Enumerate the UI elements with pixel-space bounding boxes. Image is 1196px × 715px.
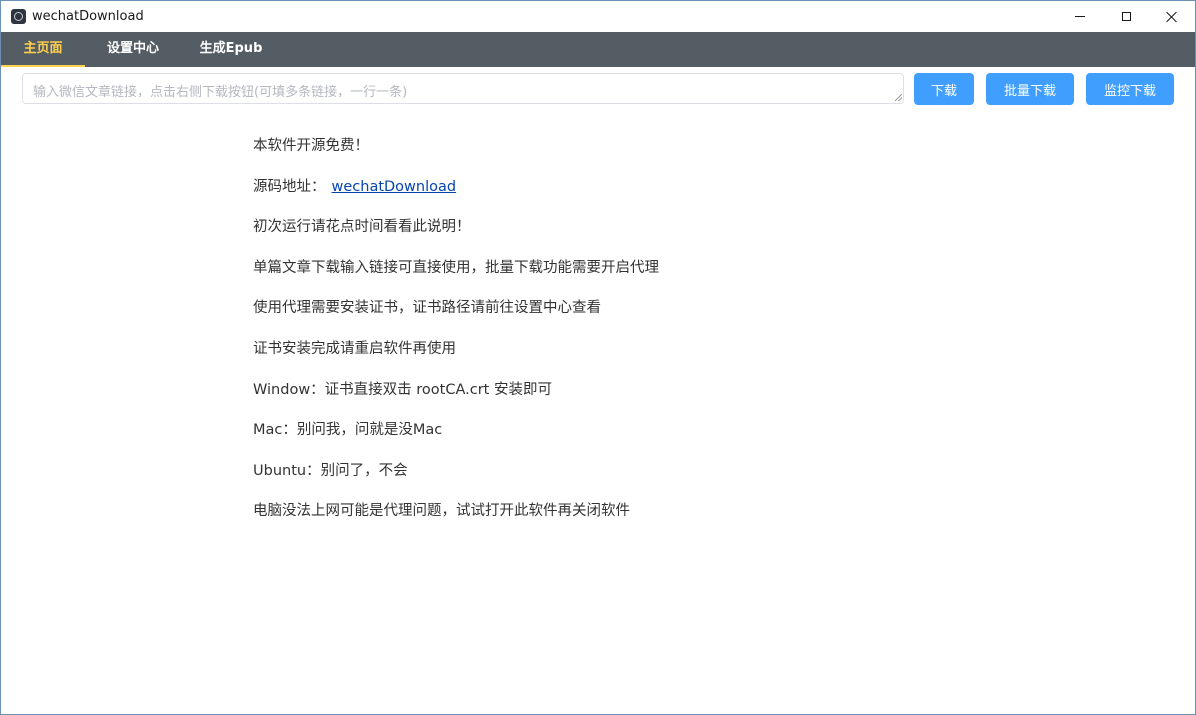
window-title: wechatDownload — [32, 8, 144, 25]
minimize-icon — [1075, 16, 1085, 17]
nav-menu: 主页面 设置中心 生成Epub — [1, 32, 1195, 67]
nav-item-settings[interactable]: 设置中心 — [85, 32, 181, 67]
title-bar[interactable]: wechatDownload — [1, 1, 1195, 32]
close-button[interactable] — [1149, 1, 1195, 32]
batch-download-button[interactable]: 批量下载 — [986, 73, 1074, 105]
first-run-notice: 初次运行请花点时间看看此说明！ — [253, 218, 953, 259]
app-logo-icon — [11, 9, 26, 24]
minimize-button[interactable] — [1057, 1, 1103, 32]
maximize-icon — [1122, 12, 1131, 21]
network-notice: 电脑没法上网可能是代理问题，试试打开此软件再关闭软件 — [253, 502, 953, 543]
ubuntu-notice: Ubuntu：别问了，不会 — [253, 462, 953, 503]
article-link-input[interactable] — [22, 73, 904, 104]
mac-notice: Mac：别问我，问就是没Mac — [253, 421, 953, 462]
close-icon — [1166, 11, 1178, 23]
single-article-notice: 单篇文章下载输入链接可直接使用，批量下载功能需要开启代理 — [253, 259, 953, 300]
maximize-button[interactable] — [1103, 1, 1149, 32]
source-label: 源码地址： — [253, 179, 326, 195]
nav-item-epub[interactable]: 生成Epub — [181, 32, 281, 67]
instructions-panel: 本软件开源免费！ 源码地址： wechatDownload 初次运行请花点时间看看… — [253, 137, 953, 543]
app-window: wechatDownload 主页面 设置中心 生成Epub 下载 批量下载 监… — [0, 0, 1196, 715]
free-notice: 本软件开源免费！ — [253, 137, 953, 178]
nav-item-home[interactable]: 主页面 — [1, 32, 85, 67]
download-button[interactable]: 下载 — [914, 73, 974, 105]
restart-notice: 证书安装完成请重启软件再使用 — [253, 340, 953, 381]
source-line: 源码地址： wechatDownload — [253, 178, 953, 219]
monitor-download-button[interactable]: 监控下载 — [1086, 73, 1174, 105]
source-code-link[interactable]: wechatDownload — [332, 179, 457, 195]
cert-notice: 使用代理需要安装证书，证书路径请前往设置中心查看 — [253, 299, 953, 340]
windows-notice: Window：证书直接双击 rootCA.crt 安装即可 — [253, 381, 953, 422]
